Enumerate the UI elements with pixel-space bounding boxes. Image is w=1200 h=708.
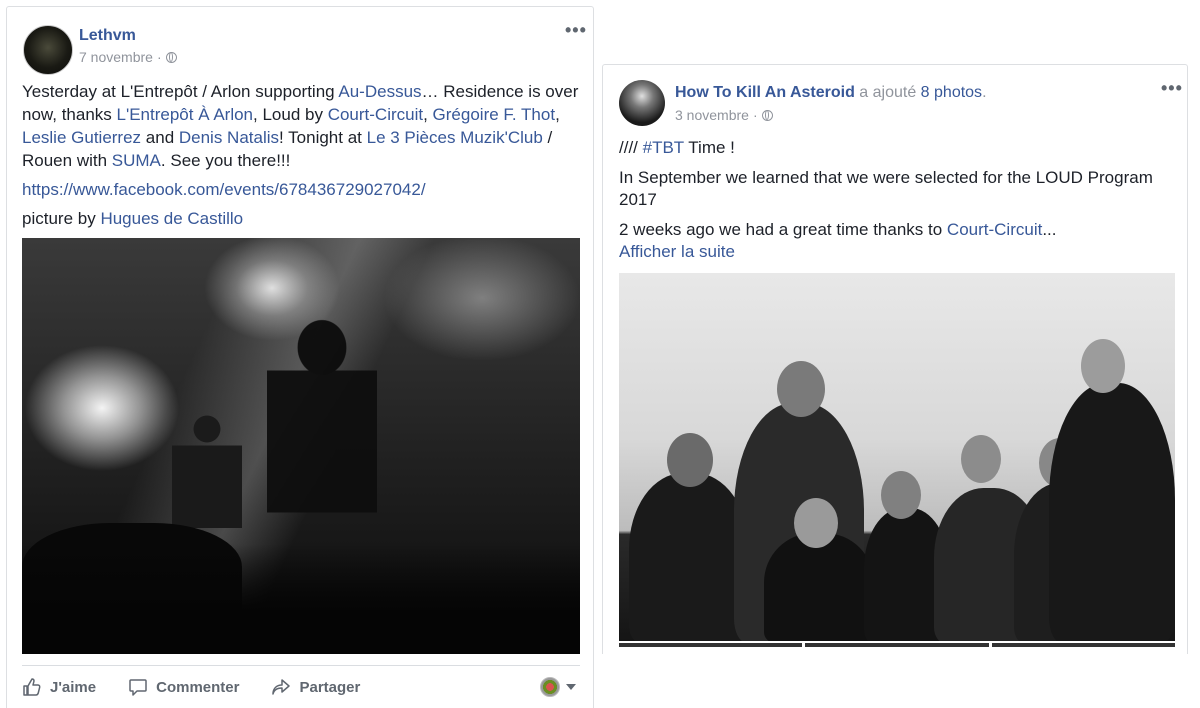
- mention-gregoire[interactable]: Grégoire F. Thot: [433, 105, 556, 124]
- text-span: ,: [555, 105, 560, 124]
- see-more-line: Afficher la suite: [619, 241, 1174, 263]
- band-member-head: [777, 361, 825, 417]
- band-photo[interactable]: [619, 273, 1175, 641]
- text-span: ////: [619, 138, 643, 157]
- text-span: Yesterday at L'Entrepôt / Arlon supporti…: [22, 82, 339, 101]
- speech-bubble-icon: [129, 679, 147, 696]
- comment-button[interactable]: Commenter: [128, 677, 239, 697]
- text-span: ! Tonight at: [279, 128, 367, 147]
- globe-icon[interactable]: [165, 51, 177, 63]
- actions-divider: [22, 665, 580, 666]
- loud-line: In September we learned that we were sel…: [619, 168, 1153, 209]
- post-actions-bar: J'aime Commenter Partager: [22, 667, 580, 707]
- post-meta: 7 novembre ·: [79, 49, 177, 65]
- band-member-head: [667, 433, 713, 487]
- mention-au-dessus[interactable]: Au-Dessus: [338, 82, 421, 101]
- text-span: , Loud by: [253, 105, 328, 124]
- post-text: Yesterday at L'Entrepôt / Arlon supporti…: [22, 80, 582, 236]
- right-post-card: How To Kill An Asteroid a ajouté 8 photo…: [602, 64, 1188, 654]
- more-options-icon[interactable]: •••: [565, 21, 587, 39]
- author-avatar[interactable]: [23, 25, 73, 75]
- see-more-link[interactable]: Afficher la suite: [619, 242, 735, 261]
- more-options-icon[interactable]: •••: [1161, 79, 1183, 97]
- page-avatar-icon: [540, 677, 560, 697]
- globe-icon[interactable]: [761, 109, 773, 121]
- stage-floor: [22, 544, 580, 654]
- post-header: How To Kill An Asteroid a ajouté 8 photo…: [675, 84, 987, 102]
- mention-entrepot[interactable]: L'Entrepôt À Arlon: [117, 105, 254, 124]
- photographer-link[interactable]: Hugues de Castillo: [100, 209, 243, 228]
- left-post-card: Lethvm 7 novembre · ••• Yesterday at L'E…: [6, 6, 594, 708]
- post-date[interactable]: 7 novembre: [79, 49, 153, 65]
- post-date[interactable]: 3 novembre: [675, 107, 749, 123]
- share-button[interactable]: Partager: [271, 677, 360, 697]
- mention-leslie[interactable]: Leslie Gutierrez: [22, 128, 141, 147]
- mention-3-pieces[interactable]: Le 3 Pièces Muzik'Club: [367, 128, 543, 147]
- band-member-head: [794, 498, 838, 548]
- band-member-head: [961, 435, 1001, 483]
- author-name[interactable]: How To Kill An Asteroid: [675, 84, 855, 101]
- credit-paragraph: picture by Hugues de Castillo: [22, 207, 582, 230]
- meta-separator: ·: [156, 49, 162, 65]
- meta-separator: ·: [752, 107, 758, 123]
- band-member-head: [881, 471, 921, 519]
- text-span: ,: [423, 105, 433, 124]
- photo-thumb[interactable]: [805, 643, 989, 647]
- mention-court-circuit[interactable]: Court-Circuit: [328, 105, 423, 124]
- post-meta: 3 novembre ·: [675, 107, 773, 123]
- photo-thumb[interactable]: [619, 643, 803, 647]
- text-span: ...: [1042, 220, 1057, 239]
- hashtag-tbt[interactable]: #TBT: [643, 138, 684, 157]
- mention-suma[interactable]: SUMA: [112, 151, 161, 170]
- mention-court-circuit[interactable]: Court-Circuit: [947, 220, 1042, 239]
- post-paragraph: Yesterday at L'Entrepôt / Arlon supporti…: [22, 80, 582, 172]
- header-period: .: [982, 84, 987, 101]
- band-member: [764, 533, 874, 641]
- text-span: and: [141, 128, 179, 147]
- thumbs-up-icon: [23, 678, 41, 696]
- photo-strip: [619, 643, 1175, 647]
- added-text: a ajouté: [854, 84, 921, 101]
- concert-photo[interactable]: [22, 238, 580, 654]
- like-label: J'aime: [50, 678, 97, 696]
- text-span: . See you there!!!: [160, 151, 291, 170]
- band-member-head: [1081, 339, 1125, 393]
- credit-prefix: picture by: [22, 209, 101, 228]
- text-span: 2 weeks ago we had a great time thanks t…: [619, 220, 947, 239]
- mention-denis[interactable]: Denis Natalis: [179, 128, 279, 147]
- like-button[interactable]: J'aime: [22, 677, 96, 697]
- tbt-line: //// #TBT Time !: [619, 137, 1174, 159]
- author-avatar[interactable]: [619, 80, 665, 126]
- author-name[interactable]: Lethvm: [79, 27, 136, 45]
- event-url-link[interactable]: https://www.facebook.com/events/67843672…: [22, 180, 426, 199]
- caret-down-icon: [566, 684, 576, 690]
- band-member: [1049, 383, 1175, 641]
- photos-link[interactable]: 8 photos: [921, 84, 982, 101]
- comment-label: Commenter: [156, 678, 240, 696]
- post-text: //// #TBT Time ! In September we learned…: [619, 137, 1174, 263]
- text-span: Time !: [683, 138, 735, 157]
- post-url-paragraph: https://www.facebook.com/events/67843672…: [22, 178, 582, 201]
- post-as-selector[interactable]: [540, 677, 576, 697]
- band-member: [629, 473, 749, 641]
- share-arrow-icon: [272, 679, 291, 695]
- share-label: Partager: [299, 678, 361, 696]
- photo-thumb[interactable]: [991, 643, 1175, 647]
- thanks-line: 2 weeks ago we had a great time thanks t…: [619, 219, 1174, 241]
